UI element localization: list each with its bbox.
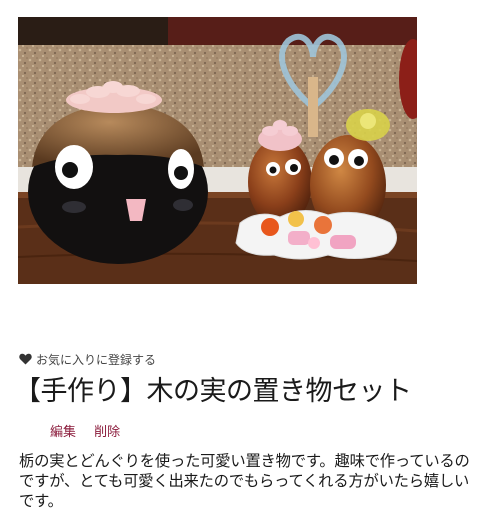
edit-link[interactable]: 編集 [50,425,76,440]
favorite-button[interactable]: お気に入りに登録する [19,350,156,368]
heart-icon [19,353,32,365]
item-title: 【手作り】木の実の置き物セット [14,376,412,407]
item-photo[interactable] [18,17,417,284]
item-description: 栃の実とどんぐりを使った可愛い置き物です。趣味で作っているのですが、とても可愛く… [19,452,470,510]
item-actions: 編集 削除 [50,424,134,442]
favorite-label: お気に入りに登録する [36,352,157,367]
delete-link[interactable]: 削除 [94,425,120,440]
item-photo-illustration [18,17,417,284]
